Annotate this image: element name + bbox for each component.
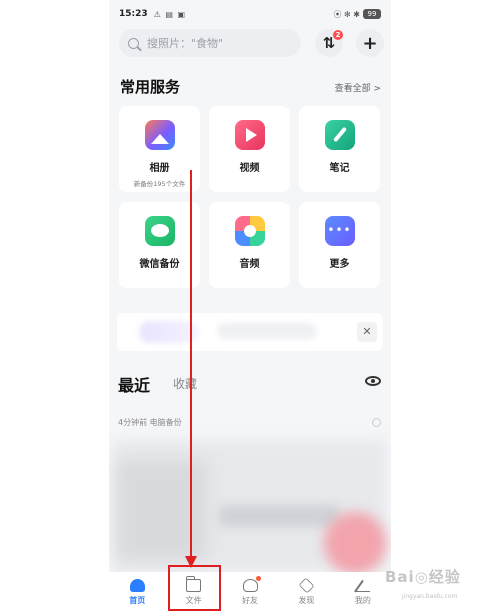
page: 15:23 ⚠ ▤ ▣ ⦿ ✻ ✱ 99 搜照片："食物" ⇅ 2 + 常用服务…	[0, 0, 500, 612]
annotation-arrow	[185, 170, 197, 568]
watermark-logo: Bai◎经验	[385, 568, 461, 586]
annotation-highlight-box	[168, 565, 221, 611]
watermark-url: jingyan.baidu.com	[402, 593, 458, 600]
